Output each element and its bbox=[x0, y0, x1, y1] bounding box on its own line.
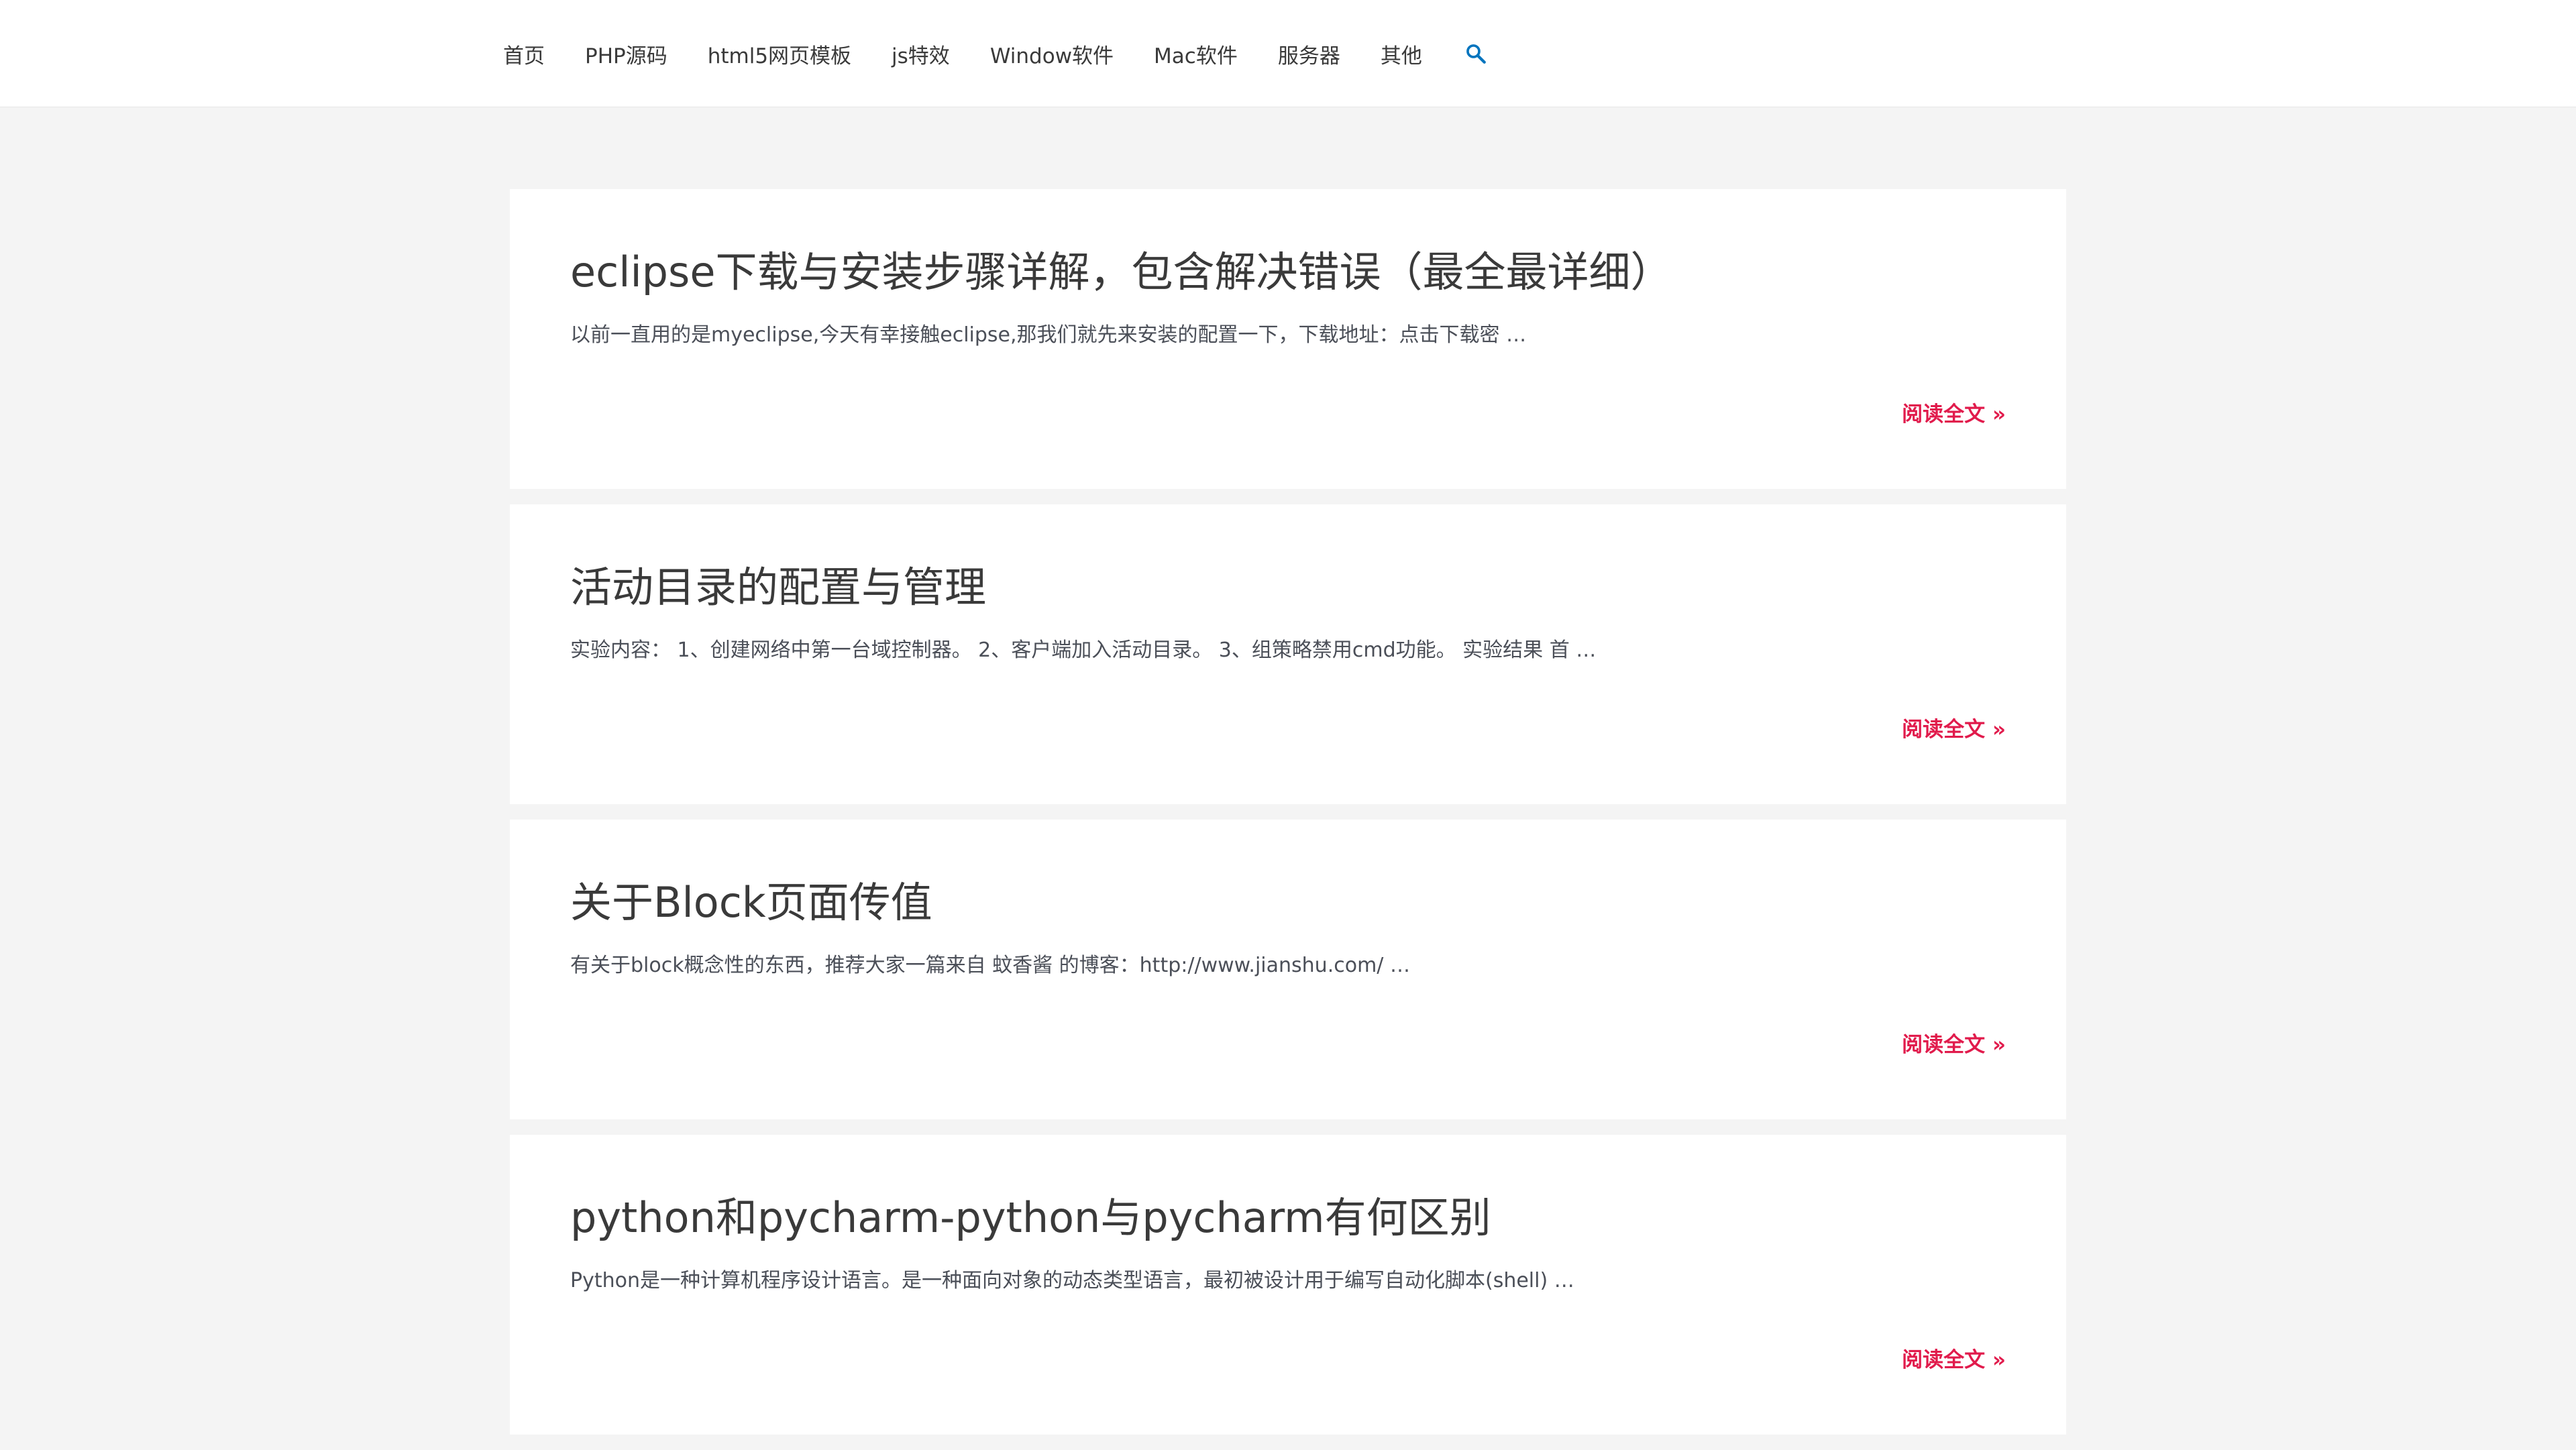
site-header: 首页 PHP源码 html5网页模板 js特效 Window软件 Mac软件 服… bbox=[0, 0, 2576, 107]
nav-item-window-software[interactable]: Window软件 bbox=[990, 39, 1114, 69]
read-more-link[interactable]: 阅读全文 » bbox=[1902, 712, 2006, 742]
nav-item-server[interactable]: 服务器 bbox=[1278, 39, 1340, 69]
nav-item-html5-templates[interactable]: html5网页模板 bbox=[708, 39, 851, 69]
main-navigation: 首页 PHP源码 html5网页模板 js特效 Window软件 Mac软件 服… bbox=[503, 0, 1489, 107]
nav-item-other[interactable]: 其他 bbox=[1381, 39, 1422, 69]
post-title[interactable]: 活动目录的配置与管理 bbox=[570, 564, 2006, 610]
read-more-link[interactable]: 阅读全文 » bbox=[1902, 1027, 2006, 1058]
post-card: eclipse下载与安装步骤详解，包含解决错误（最全最详细） 以前一直用的是my… bbox=[510, 189, 2066, 489]
post-excerpt: 以前一直用的是myeclipse,今天有幸接触eclipse,那我们就先来安装的… bbox=[570, 323, 1527, 347]
post-excerpt: 实验内容： 1、创建网络中第一台域控制器。 2、客户端加入活动目录。 3、组策略… bbox=[570, 638, 1597, 663]
nav-item-php-source[interactable]: PHP源码 bbox=[585, 39, 667, 69]
post-card: 活动目录的配置与管理 实验内容： 1、创建网络中第一台域控制器。 2、客户端加入… bbox=[510, 504, 2066, 804]
post-list: eclipse下载与安装步骤详解，包含解决错误（最全最详细） 以前一直用的是my… bbox=[510, 189, 2066, 1450]
post-title[interactable]: python和pycharm-python与pycharm有何区别 bbox=[570, 1194, 2006, 1241]
nav-item-home[interactable]: 首页 bbox=[503, 39, 545, 69]
post-title[interactable]: 关于Block页面传值 bbox=[570, 879, 2006, 926]
post-excerpt: 有关于block概念性的东西，推荐大家一篇来自 蚊香酱 的博客：http://w… bbox=[570, 954, 1410, 978]
post-excerpt: Python是一种计算机程序设计语言。是一种面向对象的动态类型语言，最初被设计用… bbox=[570, 1269, 1574, 1293]
read-more-link[interactable]: 阅读全文 » bbox=[1902, 397, 2006, 427]
nav-item-js-effects[interactable]: js特效 bbox=[892, 39, 950, 69]
search-icon bbox=[1466, 44, 1486, 64]
post-card: python和pycharm-python与pycharm有何区别 Python… bbox=[510, 1135, 2066, 1435]
post-card: 关于Block页面传值 有关于block概念性的东西，推荐大家一篇来自 蚊香酱 … bbox=[510, 820, 2066, 1119]
read-more-link[interactable]: 阅读全文 » bbox=[1902, 1343, 2006, 1373]
search-button[interactable] bbox=[1462, 40, 1489, 67]
post-title[interactable]: eclipse下载与安装步骤详解，包含解决错误（最全最详细） bbox=[570, 249, 2006, 295]
nav-item-mac-software[interactable]: Mac软件 bbox=[1154, 39, 1238, 69]
